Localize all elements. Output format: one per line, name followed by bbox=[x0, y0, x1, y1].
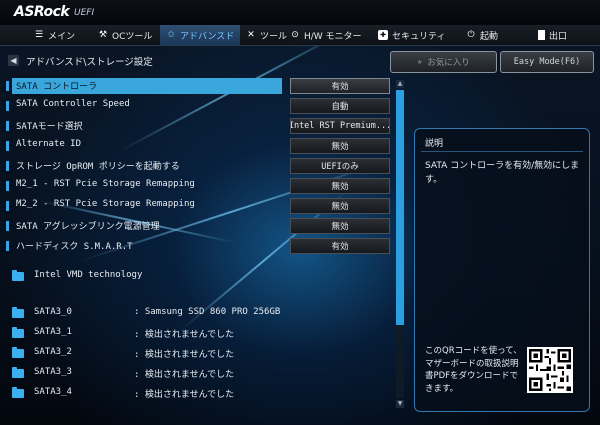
setting-row-aggressive-link[interactable]: SATA アグレッシブリンク電源管理 無効 bbox=[6, 218, 390, 234]
setting-label: ストレージ OpROM ポリシーを起動する bbox=[16, 162, 180, 172]
setting-label: SATA Controller Speed bbox=[16, 99, 130, 109]
tab-main-label: メイン bbox=[48, 31, 76, 42]
port-status: : 検出されませんでした bbox=[134, 350, 235, 360]
tab-security[interactable]: ✚ セキュリティ bbox=[378, 25, 445, 45]
port-name: SATA3_3 bbox=[34, 367, 72, 377]
tab-exit-label: 出口 bbox=[549, 31, 568, 42]
description-panel: 説明 SATA コントローラを有効/無効にします。 このQRコードを使って、マザ… bbox=[414, 128, 590, 412]
row-marker bbox=[6, 141, 9, 151]
folder-icon bbox=[12, 347, 24, 358]
qr-caption: このQRコードを使って、マザーボードの取扱説明書PDFをダウンロードできます。 bbox=[425, 346, 522, 394]
divider bbox=[421, 151, 583, 152]
favorites-label: お気に入り bbox=[427, 58, 470, 68]
asrock-logo: ASRock bbox=[14, 4, 70, 20]
setting-label: ハードディスク S.M.A.R.T bbox=[16, 242, 133, 252]
setting-value-dropdown[interactable]: 無効 bbox=[290, 218, 390, 234]
row-marker bbox=[6, 181, 9, 191]
favorites-button[interactable]: ★ お気に入り bbox=[390, 51, 497, 73]
setting-row-sata-mode[interactable]: SATAモード選択 Intel RST Premium... bbox=[6, 118, 390, 134]
port-name: SATA3_1 bbox=[34, 327, 72, 337]
port-status: : 検出されませんでした bbox=[134, 390, 235, 400]
tab-oc-tools-label: OCツール bbox=[112, 31, 153, 42]
tab-tool-label: ツール bbox=[260, 31, 288, 42]
setting-row-m2-1-remap[interactable]: M2_1 - RST Pcie Storage Remapping 無効 bbox=[6, 178, 390, 194]
setting-row-m2-2-remap[interactable]: M2_2 - RST Pcie Storage Remapping 無効 bbox=[6, 198, 390, 214]
back-button[interactable]: ◀ bbox=[8, 55, 19, 66]
row-marker bbox=[6, 241, 9, 251]
setting-row-oprom-policy[interactable]: ストレージ OpROM ポリシーを起動する UEFIのみ bbox=[6, 158, 390, 174]
setting-value-dropdown[interactable]: 自動 bbox=[290, 98, 390, 114]
shield-icon: ✚ bbox=[378, 30, 388, 40]
setting-row-sata-controller[interactable]: SATA コントローラ 有効 bbox=[6, 78, 390, 94]
tab-main[interactable]: ☰ メイン bbox=[34, 25, 75, 45]
top-header: ASRock UEFI bbox=[0, 0, 600, 25]
port-name: SATA3_2 bbox=[34, 347, 72, 357]
setting-value-dropdown[interactable]: UEFIのみ bbox=[290, 158, 390, 174]
setting-value-dropdown[interactable]: 無効 bbox=[290, 138, 390, 154]
folder-icon bbox=[12, 327, 24, 338]
port-name: SATA3_4 bbox=[34, 387, 72, 397]
tab-boot[interactable]: ⏻ 起動 bbox=[466, 25, 498, 45]
setting-value-dropdown[interactable]: 無効 bbox=[290, 178, 390, 194]
description-title: 説明 bbox=[425, 139, 444, 149]
tool-icon: ✕ bbox=[247, 30, 255, 40]
oc-icon: ⚒ bbox=[98, 30, 108, 40]
port-status: : 検出されませんでした bbox=[134, 370, 235, 380]
folder-icon bbox=[12, 367, 24, 378]
row-marker bbox=[6, 81, 9, 91]
tab-oc-tools[interactable]: ⚒ OCツール bbox=[98, 25, 152, 45]
star-icon: ★ bbox=[417, 57, 423, 67]
setting-label: M2_2 - RST Pcie Storage Remapping bbox=[16, 199, 195, 209]
setting-label: SATAモード選択 bbox=[16, 122, 83, 132]
vmd-label: Intel VMD technology bbox=[34, 270, 143, 280]
monitor-icon: ⊙ bbox=[291, 30, 299, 40]
scrollbar-thumb[interactable] bbox=[396, 90, 404, 325]
row-marker bbox=[6, 161, 9, 171]
tab-boot-label: 起動 bbox=[480, 31, 499, 42]
setting-label: M2_1 - RST Pcie Storage Remapping bbox=[16, 179, 195, 189]
main-nav: ☰ メイン ⚒ OCツール ✩ アドバンスド ✕ ツール ⊙ H/W モニター … bbox=[0, 25, 600, 46]
row-marker bbox=[6, 121, 9, 131]
tab-security-label: セキュリティ bbox=[392, 31, 446, 42]
breadcrumb: アドバンスド\ストレージ設定 bbox=[26, 57, 153, 68]
setting-label: SATA コントローラ bbox=[16, 82, 98, 92]
uefi-label: UEFI bbox=[74, 8, 95, 18]
row-marker bbox=[6, 221, 9, 231]
setting-label: Alternate ID bbox=[16, 139, 82, 149]
tab-advanced-label: アドバンスド bbox=[180, 31, 235, 42]
exit-icon bbox=[538, 30, 545, 40]
setting-value-dropdown[interactable]: Intel RST Premium... bbox=[290, 118, 390, 134]
setting-value-dropdown[interactable]: 無効 bbox=[290, 198, 390, 214]
tab-advanced[interactable]: ✩ アドバンスド bbox=[160, 25, 241, 45]
scroll-down-arrow[interactable]: ▼ bbox=[396, 400, 404, 408]
menu-icon: ☰ bbox=[34, 30, 44, 40]
tab-tool[interactable]: ✕ ツール bbox=[246, 25, 287, 45]
folder-icon bbox=[12, 387, 24, 398]
port-status: : Samsung SSD 860 PRO 256GB bbox=[134, 307, 281, 317]
star-icon: ✩ bbox=[167, 30, 175, 40]
setting-value-dropdown[interactable]: 有効 bbox=[290, 238, 390, 254]
qr-code bbox=[527, 347, 573, 393]
row-marker bbox=[6, 201, 9, 211]
tab-hw-monitor-label: H/W モニター bbox=[304, 31, 362, 42]
setting-row-sata-speed[interactable]: SATA Controller Speed 自動 bbox=[6, 98, 390, 114]
folder-icon bbox=[12, 307, 24, 318]
port-name: SATA3_0 bbox=[34, 307, 72, 317]
tab-exit[interactable]: 出口 bbox=[538, 25, 567, 45]
setting-label: SATA アグレッシブリンク電源管理 bbox=[16, 222, 160, 232]
tab-hw-monitor[interactable]: ⊙ H/W モニター bbox=[290, 25, 362, 45]
port-status: : 検出されませんでした bbox=[134, 330, 235, 340]
folder-icon bbox=[12, 270, 24, 281]
description-text: SATA コントローラを有効/無効にします。 bbox=[425, 161, 580, 185]
setting-row-smart[interactable]: ハードディスク S.M.A.R.T 有効 bbox=[6, 238, 390, 254]
power-icon: ⏻ bbox=[467, 30, 475, 40]
scroll-up-arrow[interactable]: ▲ bbox=[396, 80, 404, 88]
row-marker bbox=[6, 101, 9, 111]
easy-mode-button[interactable]: Easy Mode(F6) bbox=[500, 51, 594, 73]
setting-value-dropdown[interactable]: 有効 bbox=[290, 78, 390, 94]
setting-row-alternate-id[interactable]: Alternate ID 無効 bbox=[6, 138, 390, 154]
